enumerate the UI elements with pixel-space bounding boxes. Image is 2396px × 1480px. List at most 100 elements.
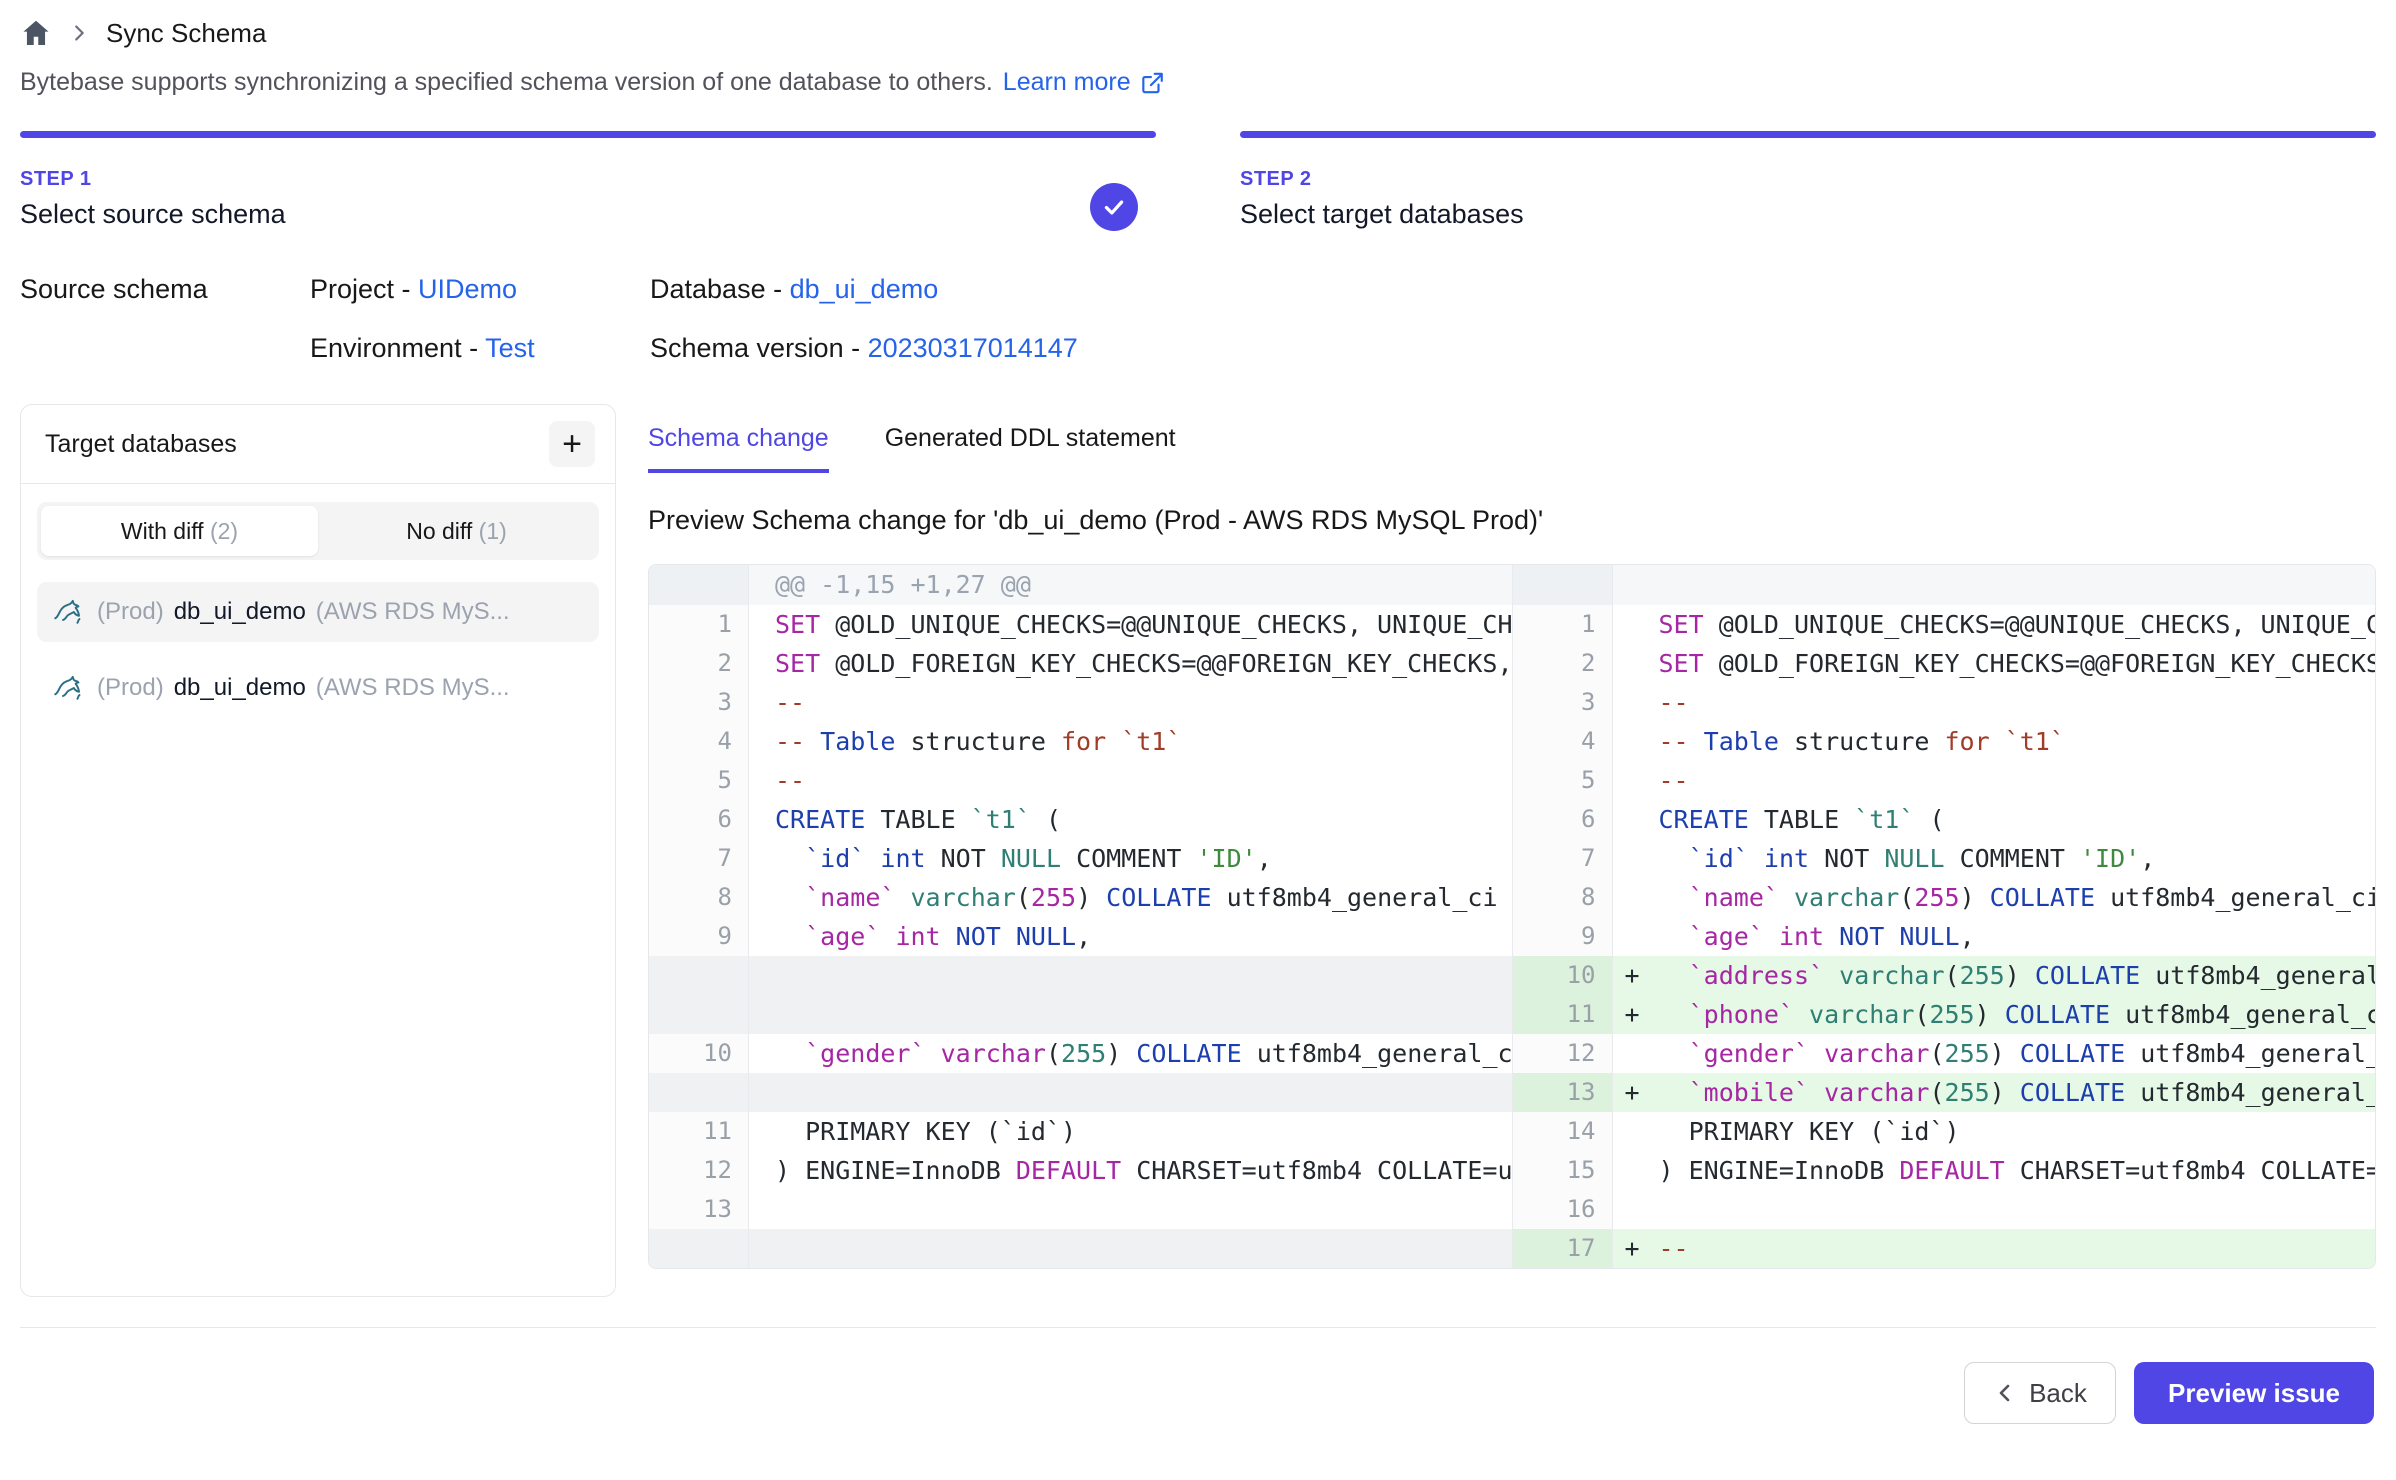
right-code-line: ) ENGINE=InnoDB DEFAULT CHARSET=utf8mb4 … [1613, 1151, 2376, 1190]
right-code-line: CREATE TABLE `t1` ( [1613, 800, 2376, 839]
mysql-icon [51, 594, 87, 630]
left-code-line: `age` int NOT NULL, [749, 917, 1513, 956]
preview-issue-button[interactable]: Preview issue [2134, 1362, 2374, 1424]
environment-link[interactable]: Test [485, 333, 535, 363]
left-code-line [749, 956, 1513, 995]
right-code-line: `age` int NOT NULL, [1613, 917, 2376, 956]
right-line-number: 14 [1513, 1112, 1613, 1151]
preview-title: Preview Schema change for 'db_ui_demo (P… [648, 505, 2376, 536]
right-line-number: 3 [1513, 683, 1613, 722]
diff-row: 11+ `phone` varchar(255) COLLATE utf8mb4… [649, 995, 2375, 1034]
schema-version-link[interactable]: 20230317014147 [868, 333, 1078, 363]
footer-actions: Back Preview issue [20, 1362, 2376, 1424]
sync-schema-page: Sync Schema Bytebase supports synchroniz… [0, 0, 2396, 1480]
left-code-line: -- [749, 761, 1513, 800]
mysql-icon [51, 670, 87, 706]
left-code-line [749, 1229, 1513, 1268]
add-target-database-button[interactable]: + [549, 421, 595, 467]
footer-divider [20, 1327, 2376, 1328]
filter-tab-count: (1) [479, 518, 507, 544]
diff-row: 3--3-- [649, 683, 2375, 722]
left-line-number: 3 [649, 683, 749, 722]
left-line-number [649, 1073, 749, 1112]
left-code-line: -- [749, 683, 1513, 722]
database-item[interactable]: (Prod) db_ui_demo (AWS RDS MyS... [37, 658, 599, 718]
filter-tab-count: (2) [210, 518, 238, 544]
left-code-line: SET @OLD_UNIQUE_CHECKS=@@UNIQUE_CHECKS, … [749, 605, 1513, 644]
diff-filter-tabs: With diff (2)No diff (1) [37, 502, 599, 560]
right-code-line: -- [1613, 683, 2376, 722]
hunk-header-text: @@ -1,15 +1,27 @@ [749, 565, 1513, 605]
left-code-line: -- Table structure for `t1` [749, 722, 1513, 761]
source-schema-label: Source schema [20, 274, 310, 305]
right-line-number: 8 [1513, 878, 1613, 917]
left-line-number [649, 1229, 749, 1268]
right-line-number: 10 [1513, 956, 1613, 995]
home-icon[interactable] [20, 17, 52, 49]
source-field-database: Database - db_ui_demo [650, 274, 938, 305]
diff-row: 12 ) ENGINE=InnoDB DEFAULT CHARSET=utf8mb… [649, 1151, 2375, 1190]
left-line-number: 12 [649, 1151, 749, 1190]
right-line-number: 13 [1513, 1073, 1613, 1112]
tab-generated-ddl-statement[interactable]: Generated DDL statement [885, 424, 1176, 473]
database-name: db_ui_demo [174, 674, 306, 702]
chevron-left-icon [1993, 1381, 2017, 1405]
database-item[interactable]: (Prod)db_ui_demo(AWS RDS MyS... [37, 582, 599, 642]
source-field-environment: Environment - Test [310, 333, 650, 364]
diff-hunk-header: @@ -1,15 +1,27 @@ [649, 565, 2375, 605]
description-text: Bytebase supports synchronizing a specif… [20, 68, 993, 97]
left-line-number: 11 [649, 1112, 749, 1151]
preview-tabs: Schema change Generated DDL statement [648, 424, 2376, 473]
schema-diff-viewer[interactable]: @@ -1,15 +1,27 @@1SET @OLD_UNIQUE_CHECKS… [648, 564, 2376, 1269]
source-schema-summary: Source schema Project - UIDemo Database … [20, 274, 2376, 364]
step-2-label: STEP 2 [1240, 168, 2376, 191]
left-line-number: 6 [649, 800, 749, 839]
project-link[interactable]: UIDemo [418, 274, 517, 304]
diff-row: 4-- Table structure for `t1`4-- Table st… [649, 722, 2375, 761]
chevron-right-icon [68, 22, 90, 44]
diff-row: 13+ `mobile` varchar(255) COLLATE utf8mb… [649, 1073, 2375, 1112]
database-link[interactable]: db_ui_demo [790, 274, 939, 304]
added-line-marker: + [1613, 1073, 1659, 1112]
added-line-marker: + [1613, 956, 1659, 995]
right-line-number: 4 [1513, 722, 1613, 761]
diff-row: 10 `gender` varchar(255) COLLATE utf8mb4… [649, 1034, 2375, 1073]
diff-row: 6CREATE TABLE `t1` (6CREATE TABLE `t1` ( [649, 800, 2375, 839]
step-2: STEP 2 Select target databases [1240, 131, 2376, 230]
database-name: db_ui_demo [174, 598, 306, 626]
tab-schema-change[interactable]: Schema change [648, 424, 829, 473]
filter-tab-no-diff[interactable]: No diff (1) [318, 506, 595, 556]
right-code-line: + `mobile` varchar(255) COLLATE utf8mb4_… [1613, 1073, 2376, 1112]
right-code-line: -- [1613, 761, 2376, 800]
left-line-number [649, 995, 749, 1034]
target-databases-panel: Target databases + With diff (2)No diff … [20, 404, 616, 1297]
right-line-number: 11 [1513, 995, 1613, 1034]
left-line-number: 7 [649, 839, 749, 878]
right-code-line: -- Table structure for `t1` [1613, 722, 2376, 761]
right-line-number: 16 [1513, 1190, 1613, 1229]
left-code-line [749, 1190, 1513, 1229]
page-description: Bytebase supports synchronizing a specif… [20, 68, 2376, 97]
step-1: STEP 1 Select source schema [20, 131, 1156, 230]
page-title: Sync Schema [106, 18, 266, 49]
right-code-line: SET @OLD_FOREIGN_KEY_CHECKS=@@FOREIGN_KE… [1613, 644, 2376, 683]
diff-row: 9 `age` int NOT NULL,9 `age` int NOT NUL… [649, 917, 2375, 956]
back-button[interactable]: Back [1964, 1362, 2116, 1424]
step-2-progress-bar [1240, 131, 2376, 138]
hunk-header-spacer [1613, 565, 2376, 605]
left-line-number [649, 565, 749, 605]
learn-more-link[interactable]: Learn more [1003, 68, 1165, 97]
left-line-number: 4 [649, 722, 749, 761]
left-line-number: 2 [649, 644, 749, 683]
filter-tab-with-diff[interactable]: With diff (2) [41, 506, 318, 556]
right-line-number: 9 [1513, 917, 1613, 956]
left-line-number: 1 [649, 605, 749, 644]
filter-tab-label: No diff [406, 518, 478, 544]
left-line-number: 5 [649, 761, 749, 800]
database-environment: (Prod) [97, 674, 164, 702]
right-code-line: +-- [1613, 1229, 2376, 1268]
right-code-line: `id` int NOT NULL COMMENT 'ID', [1613, 839, 2376, 878]
main-area: Target databases + With diff (2)No diff … [20, 404, 2376, 1297]
left-line-number: 13 [649, 1190, 749, 1229]
database-instance: (AWS RDS MyS... [316, 674, 510, 702]
